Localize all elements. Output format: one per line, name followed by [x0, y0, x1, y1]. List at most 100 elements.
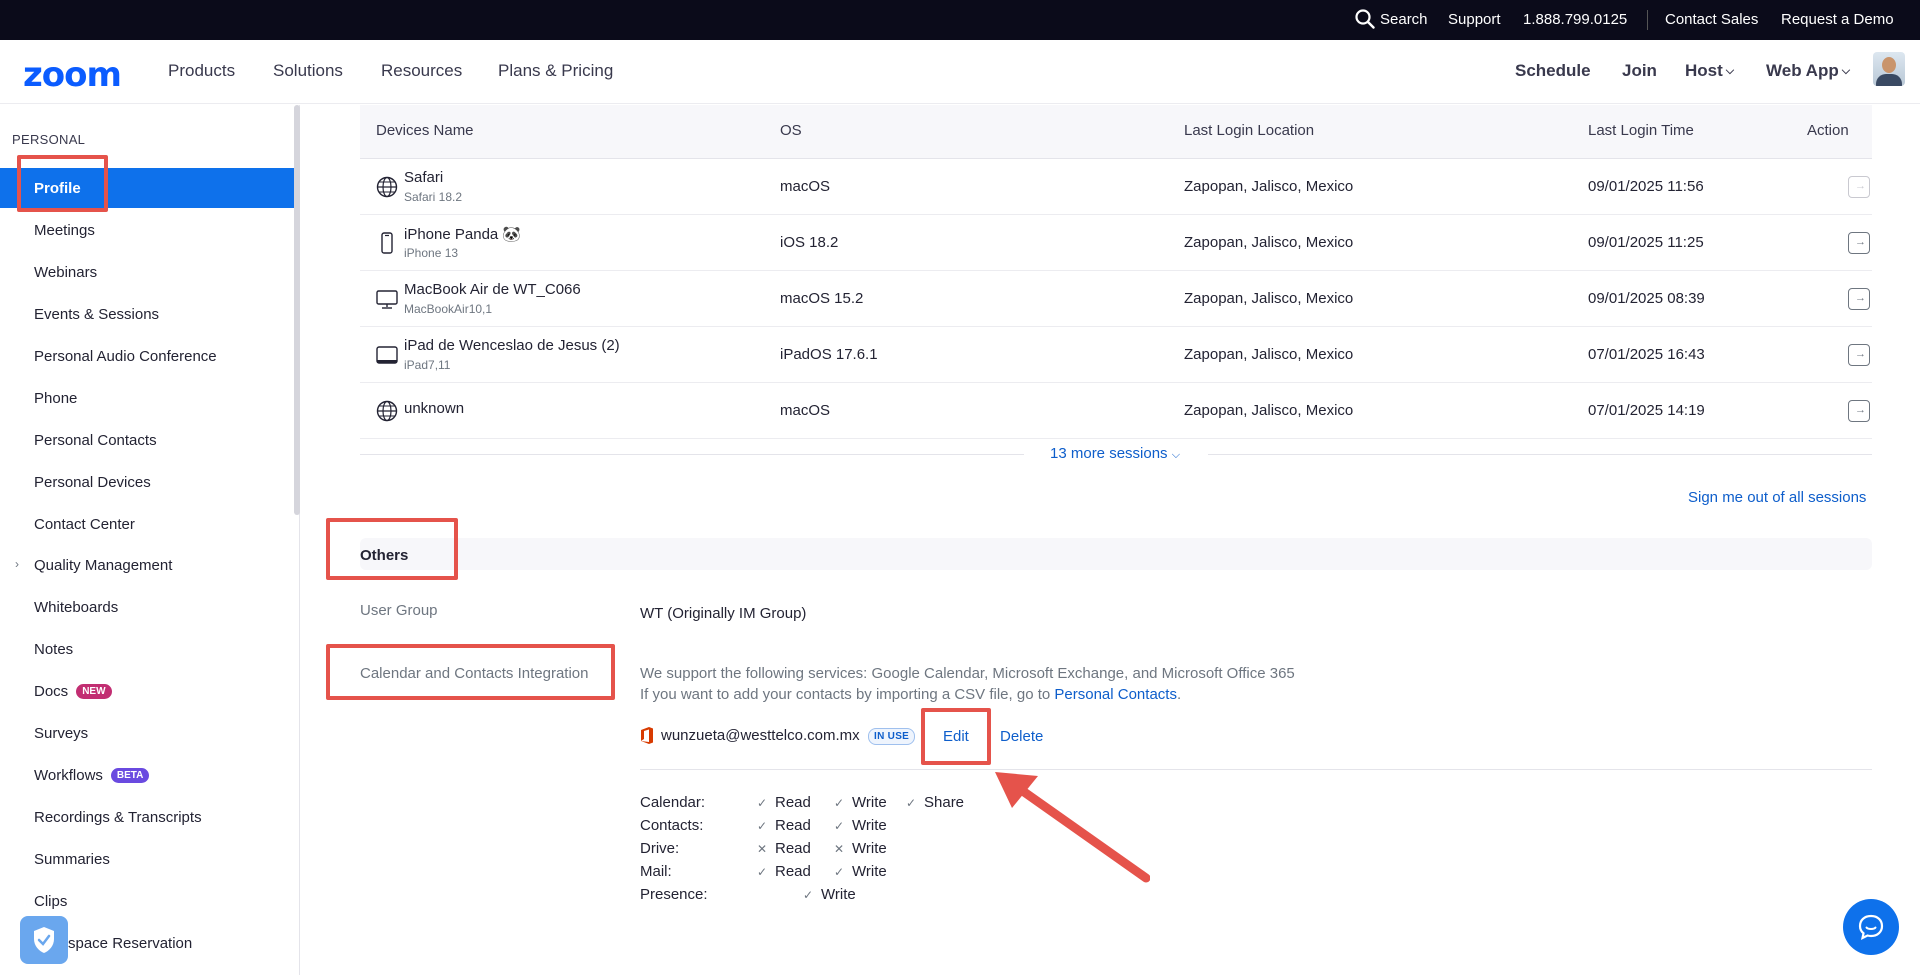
chevron-right-icon[interactable]: › — [15, 557, 19, 571]
table-row: iPhone Panda 🐼 iPhone 13 iOS 18.2 Zapopa… — [360, 215, 1872, 271]
sidebar-item-events[interactable]: Events & Sessions — [34, 306, 159, 323]
sidebar-section-title: PERSONAL — [12, 132, 86, 147]
sidebar-item-label: Docs — [34, 683, 69, 700]
request-demo-link[interactable]: Request a Demo — [1781, 11, 1894, 28]
nav-resources[interactable]: Resources — [381, 61, 462, 81]
permission-contacts-label: Contacts: — [640, 817, 704, 834]
contacts-description-end: . — [1176, 686, 1182, 703]
sign-out-icon[interactable]: → — [1848, 344, 1870, 366]
sign-out-all-link[interactable]: Sign me out of all sessions — [1688, 489, 1866, 506]
avatar[interactable] — [1873, 52, 1905, 86]
device-os: iOS 18.2 — [780, 234, 839, 251]
sidebar-item-clips[interactable]: Clips — [34, 893, 67, 910]
topbar-divider — [1647, 10, 1648, 30]
nav-join[interactable]: Join — [1622, 61, 1657, 81]
nav-webapp[interactable]: Web App ⌵ — [1766, 61, 1850, 81]
header-action: Action — [1807, 122, 1849, 139]
personal-contacts-link[interactable]: Personal Contacts — [1054, 686, 1177, 703]
sidebar-item-personal-devices[interactable]: Personal Devices — [34, 474, 151, 491]
sidebar-item-surveys[interactable]: Surveys — [34, 725, 88, 742]
check-icon: ✓ — [803, 888, 814, 902]
more-sessions-link[interactable]: 13 more sessions ⌵ — [1050, 445, 1180, 462]
table-row: MacBook Air de WT_C066 MacBookAir10,1 ma… — [360, 271, 1872, 327]
device-time: 09/01/2025 08:39 — [1588, 290, 1705, 307]
nav-schedule[interactable]: Schedule — [1515, 61, 1591, 81]
permission-calendar-label: Calendar: — [640, 794, 706, 811]
permission-presence-write: ✓ Write — [803, 886, 856, 903]
beta-badge: BETA — [110, 768, 150, 783]
sidebar-item-personal-contacts[interactable]: Personal Contacts — [34, 432, 157, 449]
header-os: OS — [780, 122, 802, 139]
sign-out-icon[interactable]: → — [1848, 400, 1870, 422]
check-icon: ✓ — [906, 796, 917, 810]
tablet-icon — [376, 346, 398, 364]
device-os: macOS — [780, 402, 831, 419]
check-icon: ✓ — [757, 865, 768, 879]
nav-host[interactable]: Host ⌵ — [1685, 61, 1734, 81]
sidebar-item-meetings[interactable]: Meetings — [34, 222, 95, 239]
sidebar-item-recordings[interactable]: Recordings & Transcripts — [34, 809, 202, 826]
permission-calendar-share: ✓ Share — [906, 794, 964, 811]
sidebar-item-label[interactable]: Profile — [34, 180, 81, 197]
nav-products[interactable]: Products — [168, 61, 235, 81]
phone-icon — [381, 232, 393, 254]
permission-drive-read: ✕ Read — [757, 840, 811, 857]
others-title: Others — [360, 547, 409, 564]
device-os: macOS — [780, 178, 831, 195]
device-name: iPhone Panda 🐼 — [404, 226, 522, 243]
table-row: iPad de Wenceslao de Jesus (2) iPad7,11 … — [360, 327, 1872, 383]
sidebar-item-notes[interactable]: Notes — [34, 641, 73, 658]
permission-label: Share — [924, 794, 965, 811]
permission-label: Write — [852, 863, 887, 880]
permission-presence-label: Presence: — [640, 886, 708, 903]
connected-email: wunzueta@westtelco.com.mx — [661, 727, 860, 744]
edit-button[interactable]: Edit — [943, 728, 969, 745]
chat-support-button[interactable] — [1843, 899, 1899, 955]
user-group-value: WT (Originally IM Group) — [640, 605, 807, 622]
sidebar-item-docs[interactable]: Docs NEW — [34, 683, 112, 700]
sidebar-item-webinars[interactable]: Webinars — [34, 264, 97, 281]
sidebar-item-label: Workflows — [34, 767, 103, 784]
device-name: MacBook Air de WT_C066 — [404, 281, 581, 298]
permission-label: Read — [775, 863, 811, 880]
sidebar-item-workflows[interactable]: Workflows BETA — [34, 767, 150, 784]
nav-solutions[interactable]: Solutions — [273, 61, 343, 81]
calendar-integration-label: Calendar and Contacts Integration — [360, 665, 589, 682]
calendar-description: We support the following services: Googl… — [640, 665, 1295, 682]
user-group-label: User Group — [360, 602, 438, 619]
permission-label: Write — [821, 886, 856, 903]
permission-label: Write — [852, 817, 887, 834]
divider — [360, 454, 1024, 455]
sidebar-item-audio-conference[interactable]: Personal Audio Conference — [34, 348, 217, 365]
delete-button[interactable]: Delete — [1000, 728, 1043, 745]
permission-calendar-write: ✓ Write — [834, 794, 887, 811]
device-time: 09/01/2025 11:56 — [1588, 178, 1704, 195]
sign-out-icon[interactable]: → — [1848, 232, 1870, 254]
cross-icon: ✕ — [757, 842, 768, 856]
sidebar-item-whiteboards[interactable]: Whiteboards — [34, 599, 118, 616]
sidebar-item-phone[interactable]: Phone — [34, 390, 77, 407]
device-sub: Safari 18.2 — [404, 190, 463, 204]
check-icon: ✓ — [834, 865, 845, 879]
zoom-logo[interactable]: zoom — [23, 58, 122, 92]
device-name: Safari — [404, 169, 444, 186]
permission-mail-read: ✓ Read — [757, 863, 811, 880]
search-icon[interactable] — [1355, 9, 1375, 33]
sidebar-item-summaries[interactable]: Summaries — [34, 851, 110, 868]
permission-label: Read — [775, 840, 811, 857]
search-link[interactable]: Search — [1380, 11, 1428, 28]
contact-sales-link[interactable]: Contact Sales — [1665, 11, 1758, 28]
sign-out-icon[interactable]: → — [1848, 288, 1870, 310]
device-os: macOS 15.2 — [780, 290, 864, 307]
cross-icon: ✕ — [834, 842, 845, 856]
sidebar-item-workspace-reservation[interactable]: space Reservation — [68, 935, 192, 952]
nav-plans-pricing[interactable]: Plans & Pricing — [498, 61, 613, 81]
support-link[interactable]: Support — [1448, 11, 1501, 28]
contacts-description-text: If you want to add your contacts by impo… — [640, 686, 1051, 703]
permission-label: Write — [852, 840, 887, 857]
privacy-shield-button[interactable] — [20, 916, 68, 964]
phone-link[interactable]: 1.888.799.0125 — [1523, 11, 1627, 28]
device-location: Zapopan, Jalisco, Mexico — [1184, 234, 1354, 251]
sidebar-item-quality-management[interactable]: Quality Management — [34, 557, 172, 574]
sidebar-item-contact-center[interactable]: Contact Center — [34, 516, 135, 533]
